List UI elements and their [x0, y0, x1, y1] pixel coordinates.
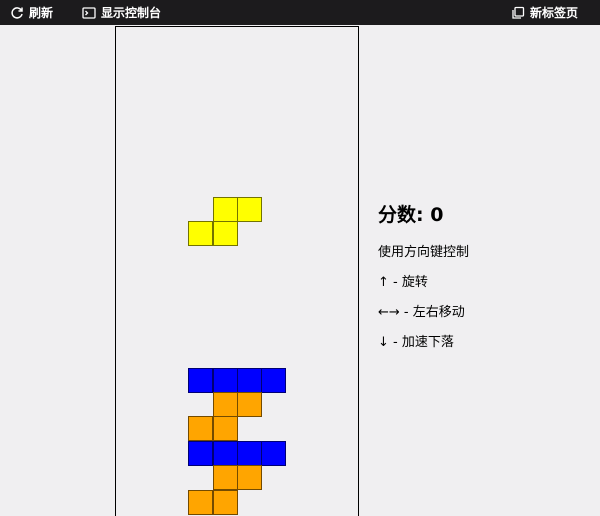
- game-board[interactable]: [115, 26, 359, 516]
- locked-block-cell: [212, 367, 238, 393]
- locked-block-cell: [188, 489, 214, 515]
- refresh-icon: [10, 6, 24, 20]
- drop-instruction: ↓ - 加速下落: [378, 335, 454, 350]
- locked-block-cell: [212, 465, 238, 491]
- locked-block-cell: [261, 440, 287, 466]
- locked-block-cell: [237, 392, 262, 417]
- falling-piece-cell: [188, 221, 214, 247]
- new-tab-icon: [511, 6, 525, 20]
- new-tab-label: 新标签页: [530, 6, 579, 20]
- locked-block-cell: [212, 392, 238, 417]
- locked-block-cell: [237, 367, 262, 393]
- move-instruction: ←→ - 左右移动: [378, 305, 465, 320]
- top-toolbar: 刷新 显示控制台 新标签页: [0, 0, 600, 25]
- terminal-icon: [82, 6, 96, 20]
- new-tab-button[interactable]: 新标签页: [511, 0, 578, 25]
- info-panel: 分数: 0 使用方向键控制 ↑ - 旋转 ←→ - 左右移动 ↓ - 加速下落: [378, 200, 469, 361]
- locked-block-cell: [237, 440, 262, 466]
- show-console-label: 显示控制台: [101, 6, 162, 20]
- locked-block-cell: [188, 440, 214, 466]
- locked-block-cell: [188, 416, 214, 442]
- show-console-button[interactable]: 显示控制台: [82, 0, 161, 25]
- instructions-title: 使用方向键控制: [378, 245, 470, 260]
- falling-piece-cell: [212, 196, 238, 222]
- rotate-instruction: ↑ - 旋转: [378, 275, 428, 290]
- locked-block-cell: [188, 367, 214, 393]
- refresh-label: 刷新: [29, 6, 54, 20]
- locked-block-cell: [212, 489, 238, 515]
- locked-block-cell: [212, 440, 238, 466]
- locked-block-cell: [261, 367, 287, 393]
- falling-piece-cell: [212, 221, 238, 247]
- locked-block-cell: [237, 465, 262, 491]
- refresh-button[interactable]: 刷新: [10, 0, 53, 25]
- falling-piece-cell: [237, 196, 262, 222]
- score-display: 分数: 0: [378, 204, 444, 226]
- locked-block-cell: [212, 416, 238, 442]
